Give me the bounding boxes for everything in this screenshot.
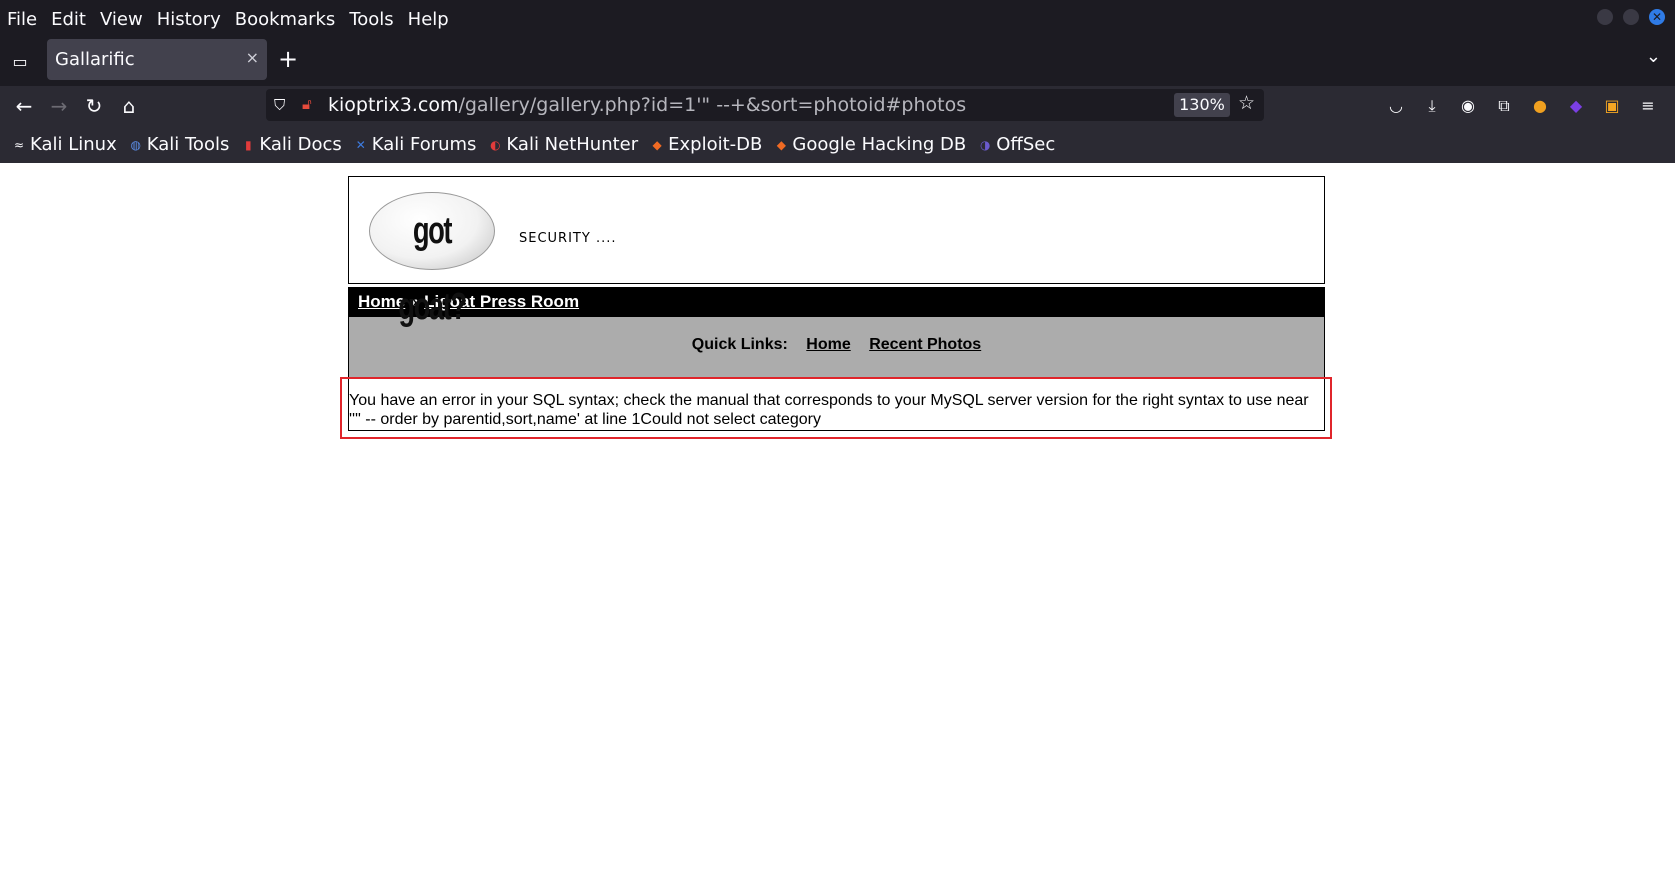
url-bar[interactable]: ⛉ 🔓︎ kioptrix3.com/gallery/gallery.php?i… (266, 89, 1264, 121)
bookmark-kali-forums[interactable]: ✕ Kali Forums (354, 134, 477, 155)
bookmarks-toolbar: ≈ Kali Linux ◍ Kali Tools ▮ Kali Docs ✕ Kali… (0, 126, 1675, 163)
zoom-level-badge[interactable]: 130% (1174, 93, 1230, 117)
bookmark-google-hacking-db[interactable]: ◆ Google Hacking DB (774, 134, 966, 155)
bookmark-offsec[interactable]: ◑ OffSec (978, 134, 1055, 155)
ghdb-icon: ◆ (776, 137, 786, 152)
bookmark-label: Kali Linux (30, 134, 117, 155)
browser-chrome: File Edit View History Bookmarks Tools H… (0, 0, 1675, 163)
bookmark-label: OffSec (996, 134, 1056, 155)
close-window-button[interactable]: ✕ (1649, 9, 1665, 25)
gallery-page: got goat? SECURITY .... Home » Ligoat Pr… (348, 176, 1325, 431)
minimize-button[interactable] (1597, 9, 1613, 25)
bookmark-kali-nethunter[interactable]: ◐ Kali NetHunter (488, 134, 638, 155)
url-domain: kioptrix3.com (328, 94, 459, 116)
download-icon[interactable]: ⤓ (1420, 94, 1444, 118)
account-icon[interactable]: ◉ (1456, 94, 1480, 118)
forward-icon[interactable]: → (45, 92, 73, 120)
menu-bar: File Edit View History Bookmarks Tools H… (0, 0, 1675, 38)
menu-edit[interactable]: Edit (51, 9, 86, 30)
kali-docs-icon: ▮ (245, 137, 252, 152)
sql-error-message: You have an error in your SQL syntax; ch… (349, 392, 1309, 428)
extensions-icon[interactable]: ⧉ (1492, 94, 1516, 118)
got-goat-logo[interactable]: got goat? (369, 192, 495, 328)
home-icon[interactable]: ⌂ (115, 92, 143, 120)
hamburger-menu-icon[interactable]: ≡ (1636, 94, 1660, 118)
bookmark-label: Kali Docs (259, 134, 342, 155)
window-controls: ✕ (1597, 9, 1665, 25)
bookmark-kali-tools[interactable]: ◍ Kali Tools (129, 134, 230, 155)
site-tagline: SECURITY .... (519, 231, 617, 246)
pocket-icon[interactable]: ◡ (1384, 94, 1408, 118)
bookmark-kali-docs[interactable]: ▮ Kali Docs (241, 134, 342, 155)
quick-link-recent-photos[interactable]: Recent Photos (869, 336, 981, 353)
tab-bar: ▭ Gallarific × + ⌄ (0, 38, 1675, 86)
bookmark-label: Google Hacking DB (792, 134, 967, 155)
nethunter-icon: ◐ (490, 137, 501, 152)
reload-icon[interactable]: ↻ (80, 92, 108, 120)
tab-close-icon[interactable]: × (246, 48, 259, 67)
menu-view[interactable]: View (100, 9, 143, 30)
back-icon[interactable]: ← (10, 92, 38, 120)
quick-link-home[interactable]: Home (806, 336, 850, 353)
cookie-icon[interactable]: ● (1528, 94, 1552, 118)
quick-links-label: Quick Links: (691, 336, 788, 353)
menu-tools[interactable]: Tools (349, 9, 393, 30)
bookmark-exploit-db[interactable]: ◆ Exploit-DB (650, 134, 763, 155)
menu-help[interactable]: Help (408, 9, 449, 30)
exploit-db-icon: ◆ (652, 137, 662, 152)
kali-dragon-icon: ≈ (13, 137, 25, 152)
navigation-bar: ← → ↻ ⌂ ⛉ 🔓︎ kioptrix3.com/gallery/galle… (0, 86, 1675, 126)
layers-extension-icon[interactable]: ◆ (1564, 94, 1588, 118)
menu-file[interactable]: File (7, 9, 37, 30)
star-icon[interactable]: ☆ (1238, 92, 1255, 114)
breadcrumb: Home » Ligoat Press Room (348, 287, 1325, 317)
menu-bookmarks[interactable]: Bookmarks (235, 9, 336, 30)
url-text[interactable]: kioptrix3.com/gallery/gallery.php?id=1'"… (328, 94, 966, 116)
sql-error-box: You have an error in your SQL syntax; ch… (348, 378, 1325, 431)
bookmark-label: Kali Tools (146, 134, 230, 155)
tab-title: Gallarific (55, 49, 135, 70)
url-path: /gallery/gallery.php?id=1'" --+&sort=pho… (458, 94, 967, 116)
bookmark-label: Kali Forums (371, 134, 477, 155)
menu-history[interactable]: History (157, 9, 221, 30)
tab-gallarific[interactable]: Gallarific × (47, 39, 267, 80)
new-tab-button[interactable]: + (278, 45, 298, 73)
ip-extension-icon[interactable]: ▣ (1600, 94, 1624, 118)
kali-tools-icon: ◍ (130, 137, 141, 152)
maximize-button[interactable] (1623, 9, 1639, 25)
offsec-icon: ◑ (980, 137, 991, 152)
bookmark-label: Kali NetHunter (506, 134, 639, 155)
kali-forums-icon: ✕ (355, 137, 366, 152)
bookmark-kali-linux[interactable]: ≈ Kali Linux (12, 134, 117, 155)
quick-links-bar: Quick Links: Home Recent Photos (348, 317, 1325, 378)
logo-text: got goat? (398, 210, 467, 328)
shield-icon[interactable]: ⛉ (274, 96, 292, 114)
tab-list-icon[interactable]: ▭ (8, 50, 32, 74)
bookmark-label: Exploit-DB (668, 134, 763, 155)
chevron-down-icon[interactable]: ⌄ (1646, 46, 1661, 67)
site-header: got goat? SECURITY .... (348, 176, 1325, 328)
insecure-lock-icon[interactable]: 🔓︎ (302, 95, 312, 113)
